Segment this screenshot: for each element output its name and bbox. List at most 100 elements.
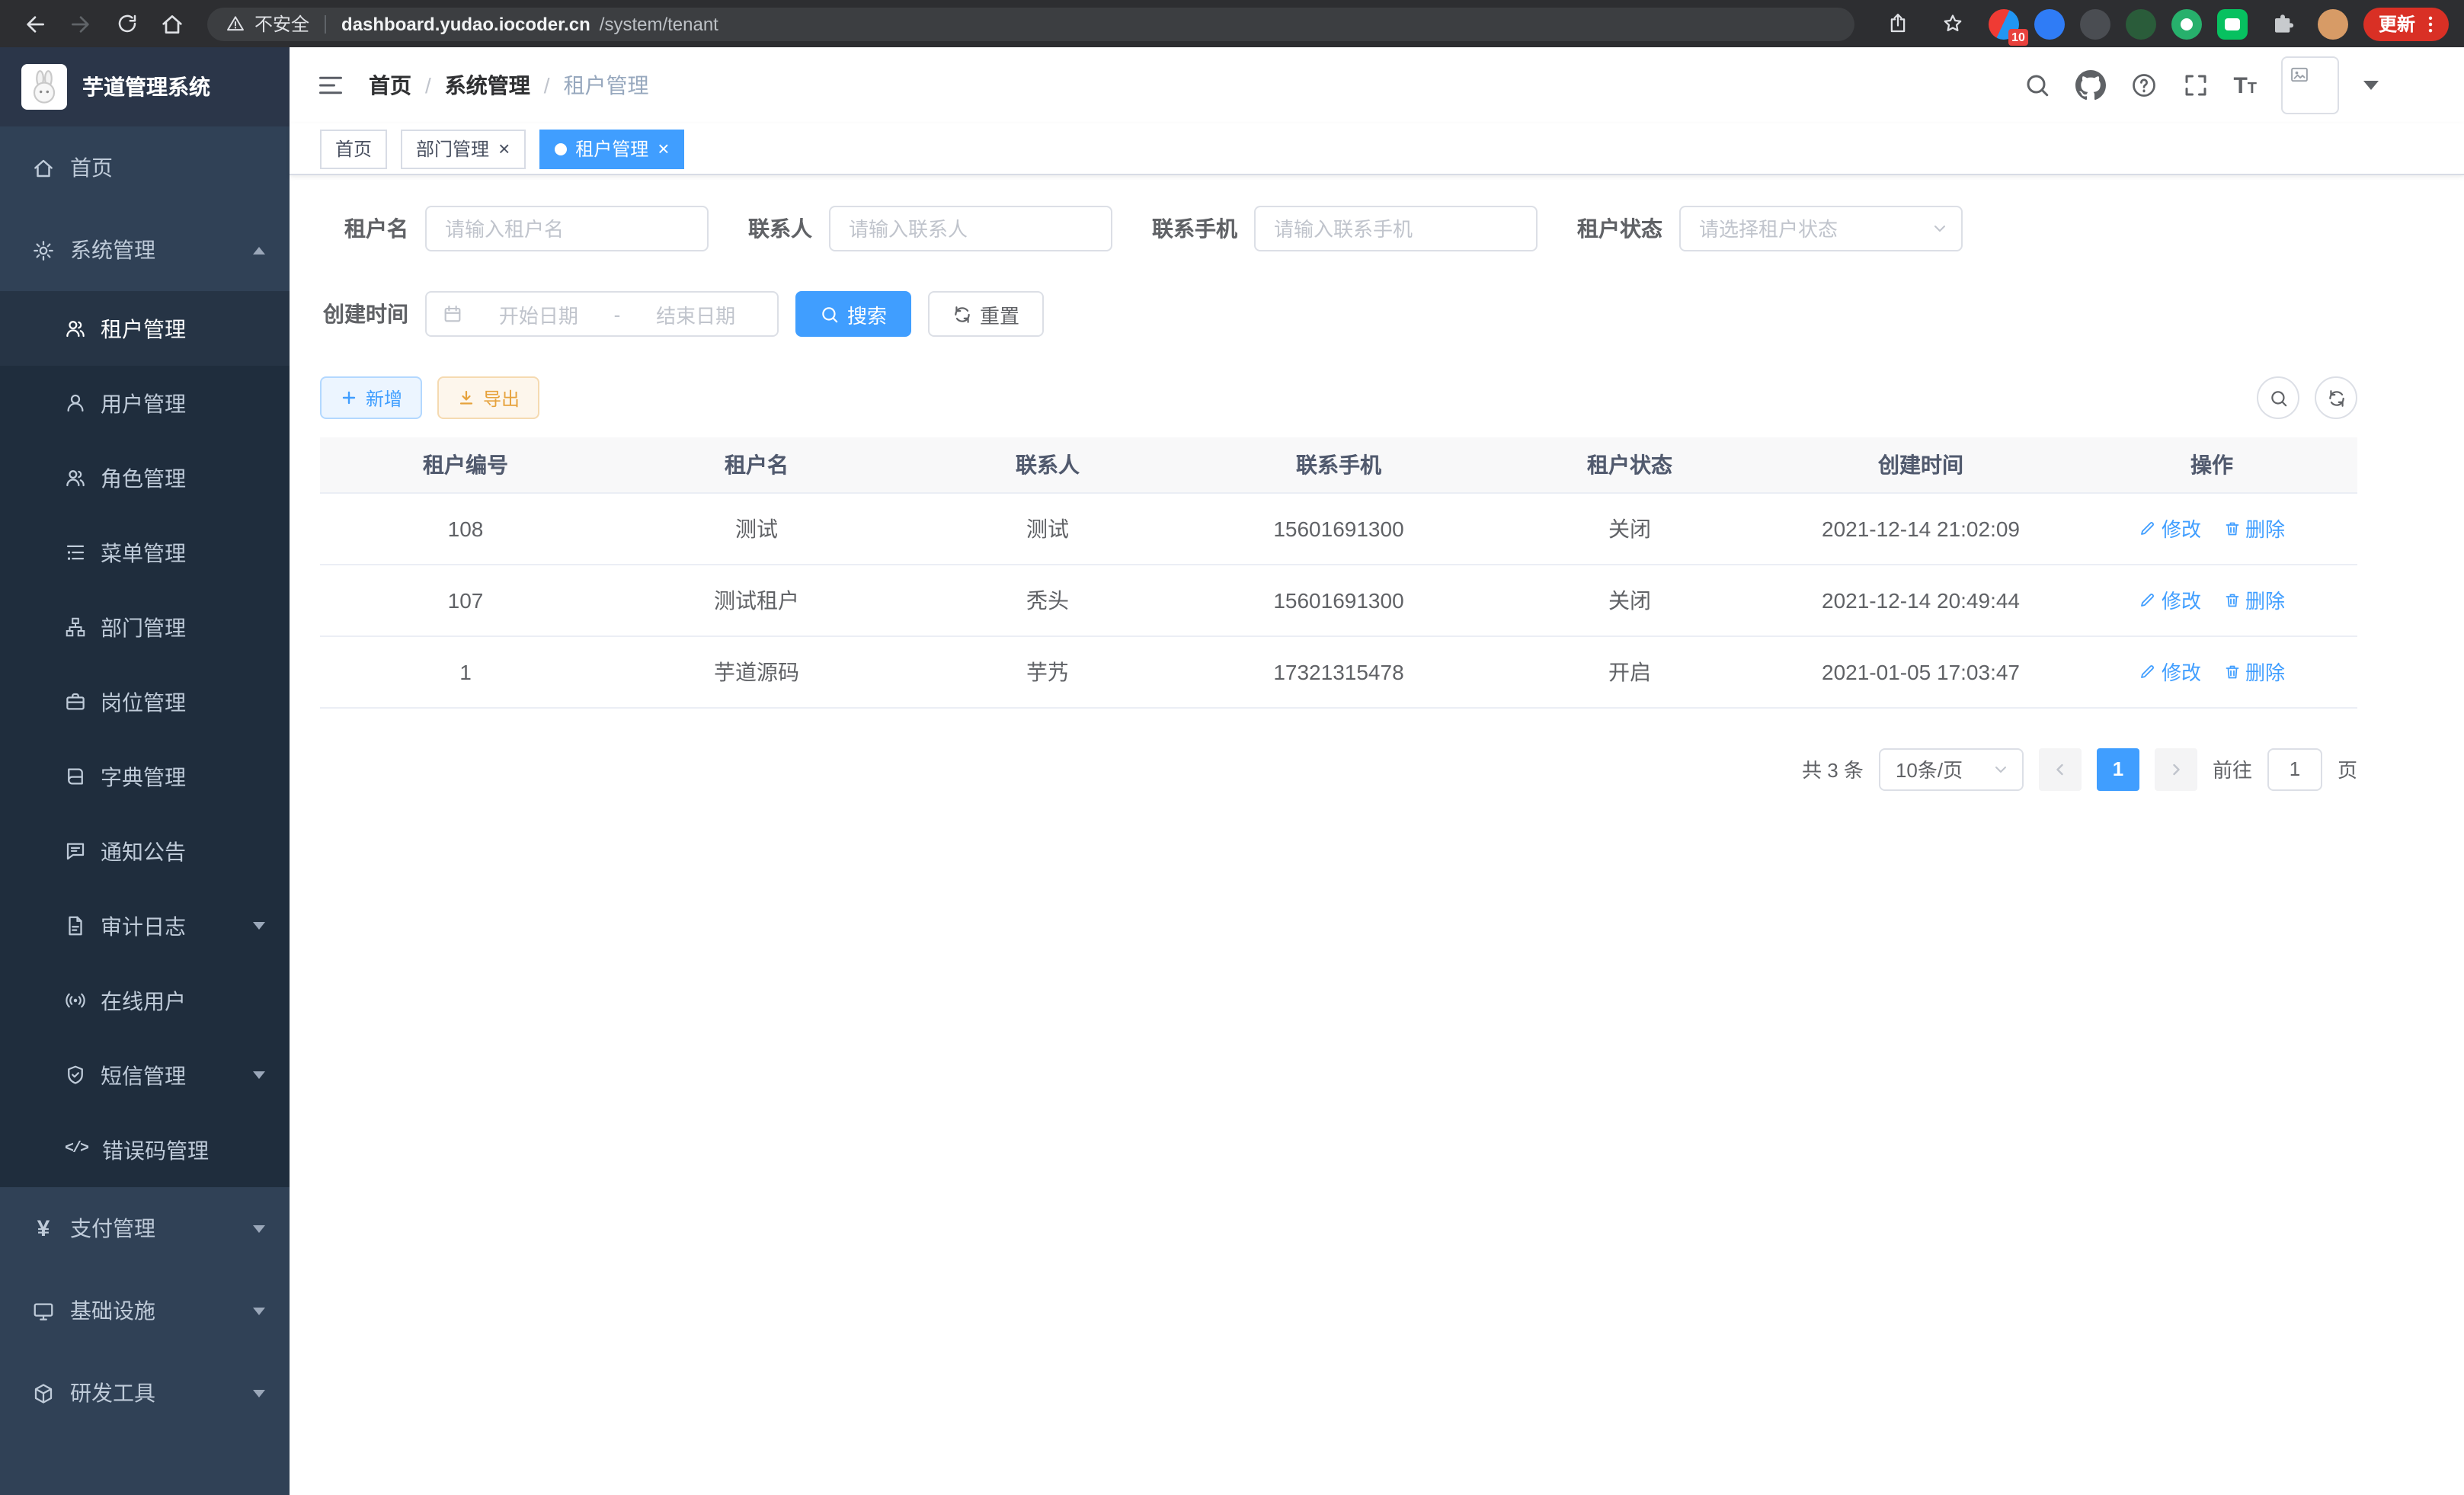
help-icon[interactable] xyxy=(2130,72,2157,99)
goto-label: 前往 xyxy=(2213,754,2252,783)
contact-input[interactable] xyxy=(829,206,1112,251)
edit-link[interactable]: 修改 xyxy=(2139,514,2201,543)
sidebar-item-audit-log[interactable]: 审计日志 xyxy=(0,888,290,963)
gear-icon xyxy=(32,238,55,261)
contact-label: 联系人 xyxy=(748,213,812,244)
search-toggle-icon[interactable] xyxy=(2257,376,2299,419)
sidebar-item-sms[interactable]: 短信管理 xyxy=(0,1038,290,1112)
sidebar-item-dict[interactable]: 字典管理 xyxy=(0,739,290,814)
extension-icon-3[interactable] xyxy=(2080,8,2110,39)
header-status: 租户状态 xyxy=(1484,437,1775,492)
sidebar-item-error-code[interactable]: </> 错误码管理 xyxy=(0,1112,290,1187)
goto-page-input[interactable] xyxy=(2267,748,2322,790)
extension-icon-1[interactable]: 10 xyxy=(1989,8,2019,39)
sidebar-item-dept[interactable]: 部门管理 xyxy=(0,590,290,664)
status-select-input[interactable] xyxy=(1679,206,1963,251)
app-logo[interactable]: 芋道管理系统 xyxy=(0,47,290,126)
breadcrumb-home[interactable]: 首页 xyxy=(369,70,411,101)
user-avatar[interactable] xyxy=(2281,56,2339,114)
active-tab-dot xyxy=(554,142,566,155)
extension-icon-2[interactable] xyxy=(2034,8,2065,39)
search-button[interactable]: 搜索 xyxy=(795,291,911,337)
url-path[interactable]: /system/tenant xyxy=(600,13,718,34)
header-created: 创建时间 xyxy=(1775,437,2066,492)
sidebar-collapse-icon[interactable] xyxy=(317,72,344,99)
share-icon[interactable] xyxy=(1879,4,1918,43)
tab-dept[interactable]: 部门管理 × xyxy=(401,129,525,168)
extension-icon-5[interactable] xyxy=(2171,8,2202,39)
bookmark-star-icon[interactable] xyxy=(1934,4,1973,43)
sidebar-item-payment[interactable]: ¥ 支付管理 xyxy=(0,1187,290,1269)
sidebar-item-tenant[interactable]: 租户管理 xyxy=(0,291,290,366)
extensions-puzzle-icon[interactable] xyxy=(2263,4,2302,43)
breadcrumb-tenant: 租户管理 xyxy=(564,70,649,101)
home-icon[interactable] xyxy=(152,4,192,43)
table-row: 107 测试租户 秃头 15601691300 关闭 2021-12-14 20… xyxy=(320,564,2357,635)
close-icon[interactable]: × xyxy=(498,139,510,158)
edit-link[interactable]: 修改 xyxy=(2139,585,2201,614)
delete-link[interactable]: 删除 xyxy=(2222,585,2285,614)
sidebar-item-devtools[interactable]: 研发工具 xyxy=(0,1352,290,1434)
browser-actions: 10 更新 xyxy=(1879,4,2449,43)
filter-phone: 联系手机 xyxy=(1152,206,1538,251)
caret-down-icon[interactable] xyxy=(2363,81,2379,90)
tab-tenant[interactable]: 租户管理 × xyxy=(539,129,684,168)
forward-icon[interactable] xyxy=(61,4,101,43)
sidebar-item-menu[interactable]: 菜单管理 xyxy=(0,515,290,590)
trash-icon xyxy=(2222,662,2241,680)
github-icon[interactable] xyxy=(2075,70,2105,101)
edit-link[interactable]: 修改 xyxy=(2139,657,2201,686)
back-icon[interactable] xyxy=(15,4,55,43)
header-actions: TT xyxy=(2023,56,2379,114)
search-icon[interactable] xyxy=(2023,72,2050,99)
briefcase-icon xyxy=(64,690,87,713)
next-page-button[interactable] xyxy=(2155,748,2197,790)
sidebar-item-home[interactable]: 首页 xyxy=(0,126,290,209)
export-button[interactable]: 导出 xyxy=(437,376,539,419)
date-range-separator: - xyxy=(614,303,621,325)
phone-input[interactable] xyxy=(1254,206,1538,251)
app-header: 首页 / 系统管理 / 租户管理 TT xyxy=(290,47,2464,123)
cell-contact: 秃头 xyxy=(902,564,1193,635)
reload-icon[interactable] xyxy=(107,4,146,43)
app-window: 芋道管理系统 首页 系统管理 租户管理 用户管理 xyxy=(0,47,2464,1495)
security-label[interactable]: 不安全 xyxy=(254,11,309,37)
fullscreen-icon[interactable] xyxy=(2181,72,2209,99)
page-1-button[interactable]: 1 xyxy=(2097,748,2139,790)
sidebar-item-system[interactable]: 系统管理 xyxy=(0,209,290,291)
browser-profile-avatar[interactable] xyxy=(2318,8,2348,39)
delete-link[interactable]: 删除 xyxy=(2222,657,2285,686)
chevron-down-icon xyxy=(253,1224,265,1232)
extension-icon-4[interactable] xyxy=(2126,8,2156,39)
sidebar-item-role[interactable]: 角色管理 xyxy=(0,440,290,515)
main-area: 首页 / 系统管理 / 租户管理 TT 首页 xyxy=(290,47,2464,1495)
browser-update-button[interactable]: 更新 xyxy=(2363,7,2449,40)
page-size-select[interactable]: 10条/页 xyxy=(1879,748,2024,790)
address-bar[interactable]: 不安全 dashboard.yudao.iocoder.cn/system/te… xyxy=(207,7,1854,40)
sidebar-item-infra[interactable]: 基础设施 xyxy=(0,1269,290,1352)
pagination-total: 共 3 条 xyxy=(1802,754,1864,783)
url-host[interactable]: dashboard.yudao.iocoder.cn xyxy=(341,13,590,34)
sidebar-item-post[interactable]: 岗位管理 xyxy=(0,664,290,739)
add-button[interactable]: 新增 xyxy=(320,376,422,419)
date-range-picker[interactable]: 开始日期 - 结束日期 xyxy=(425,291,779,337)
close-icon[interactable]: × xyxy=(658,139,669,158)
delete-link[interactable]: 删除 xyxy=(2222,514,2285,543)
sidebar-item-online-user[interactable]: 在线用户 xyxy=(0,963,290,1038)
sidebar-item-notice[interactable]: 通知公告 xyxy=(0,814,290,888)
header-actions: 操作 xyxy=(2066,437,2357,492)
refresh-icon[interactable] xyxy=(2315,376,2357,419)
prev-page-button[interactable] xyxy=(2039,748,2082,790)
tenant-name-input[interactable] xyxy=(425,206,709,251)
sidebar-item-user[interactable]: 用户管理 xyxy=(0,366,290,440)
reset-button[interactable]: 重置 xyxy=(928,291,1044,337)
extension-icon-6[interactable] xyxy=(2217,8,2248,39)
breadcrumb-system[interactable]: 系统管理 xyxy=(445,70,530,101)
tab-home[interactable]: 首页 xyxy=(320,129,387,168)
chat-bubble-glyph xyxy=(2225,18,2240,30)
font-size-icon[interactable]: TT xyxy=(2233,74,2257,97)
header-tenant-name: 租户名 xyxy=(611,437,902,492)
menu-list-icon xyxy=(64,541,87,564)
browser-chrome: 不安全 dashboard.yudao.iocoder.cn/system/te… xyxy=(0,0,2464,47)
status-select[interactable] xyxy=(1679,206,1963,251)
